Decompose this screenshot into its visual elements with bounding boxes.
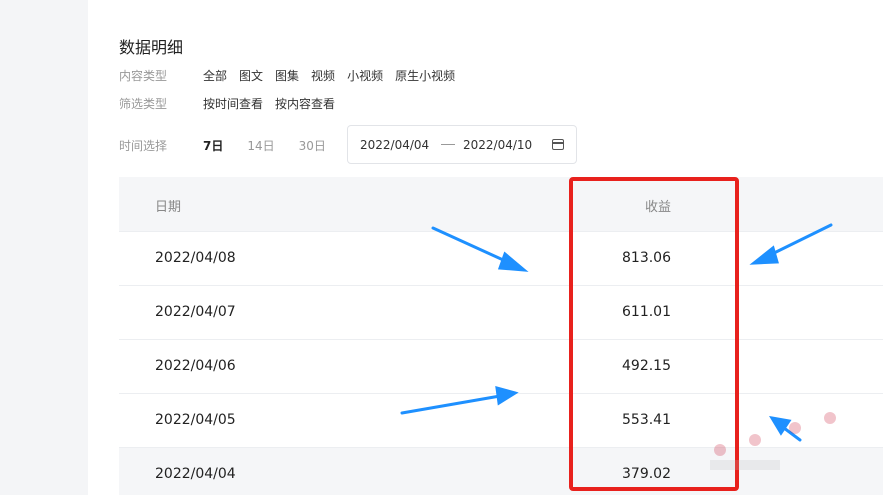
table-header: 日期 收益 bbox=[119, 177, 883, 231]
filter-type-row: 筛选类型 按时间查看 按内容查看 bbox=[119, 95, 347, 112]
content-type-article[interactable]: 图文 bbox=[239, 67, 263, 84]
date-range-start[interactable]: 2022/04/04 bbox=[360, 138, 429, 152]
date-range-end[interactable]: 2022/04/10 bbox=[463, 138, 532, 152]
table-row: 2022/04/07 611.01 bbox=[119, 285, 883, 339]
header-date: 日期 bbox=[155, 200, 182, 215]
content-type-gallery[interactable]: 图集 bbox=[275, 67, 299, 84]
calendar-icon[interactable] bbox=[552, 139, 564, 150]
cell-revenue: 813.06 bbox=[622, 250, 671, 266]
time-select-label: 时间选择 bbox=[119, 139, 168, 153]
filter-by-time[interactable]: 按时间查看 bbox=[203, 95, 263, 112]
cell-revenue: 553.41 bbox=[622, 412, 671, 428]
cell-date: 2022/04/07 bbox=[155, 304, 236, 320]
filter-by-content[interactable]: 按内容查看 bbox=[275, 95, 335, 112]
date-range-picker[interactable]: 2022/04/04 2022/04/10 bbox=[347, 125, 577, 164]
content-type-label: 内容类型 bbox=[119, 69, 168, 83]
left-gutter bbox=[0, 0, 88, 495]
time-30-days[interactable]: 30日 bbox=[299, 137, 326, 154]
filter-type-label: 筛选类型 bbox=[119, 97, 168, 111]
data-table: 日期 收益 2022/04/08 813.06 2022/04/07 611.0… bbox=[119, 177, 883, 495]
time-7-days[interactable]: 7日 bbox=[203, 137, 223, 154]
content-type-short-video[interactable]: 小视频 bbox=[347, 67, 383, 84]
cell-revenue: 379.02 bbox=[622, 466, 671, 482]
content-type-native-short-video[interactable]: 原生小视频 bbox=[395, 67, 455, 84]
section-title: 数据明细 bbox=[119, 38, 184, 57]
cell-revenue: 492.15 bbox=[622, 358, 671, 374]
time-select-row: 时间选择 7日 14日 30日 bbox=[119, 137, 350, 154]
date-range-separator bbox=[441, 144, 455, 145]
table-row: 2022/04/05 553.41 bbox=[119, 393, 883, 447]
cell-date: 2022/04/06 bbox=[155, 358, 236, 374]
content-type-all[interactable]: 全部 bbox=[203, 67, 227, 84]
content-type-row: 内容类型 全部 图文 图集 视频 小视频 原生小视频 bbox=[119, 67, 467, 84]
page: 数据明细 内容类型 全部 图文 图集 视频 小视频 原生小视频 筛选类型 按时间… bbox=[0, 0, 883, 495]
table-row: 2022/04/04 379.02 bbox=[119, 447, 883, 495]
cell-revenue: 611.01 bbox=[622, 304, 671, 320]
header-revenue[interactable]: 收益 bbox=[645, 196, 671, 215]
cell-date: 2022/04/05 bbox=[155, 412, 236, 428]
content-type-video[interactable]: 视频 bbox=[311, 67, 335, 84]
cell-date: 2022/04/04 bbox=[155, 466, 236, 482]
table-row: 2022/04/08 813.06 bbox=[119, 231, 883, 285]
table-row: 2022/04/06 492.15 bbox=[119, 339, 883, 393]
time-14-days[interactable]: 14日 bbox=[247, 137, 274, 154]
cell-date: 2022/04/08 bbox=[155, 250, 236, 266]
